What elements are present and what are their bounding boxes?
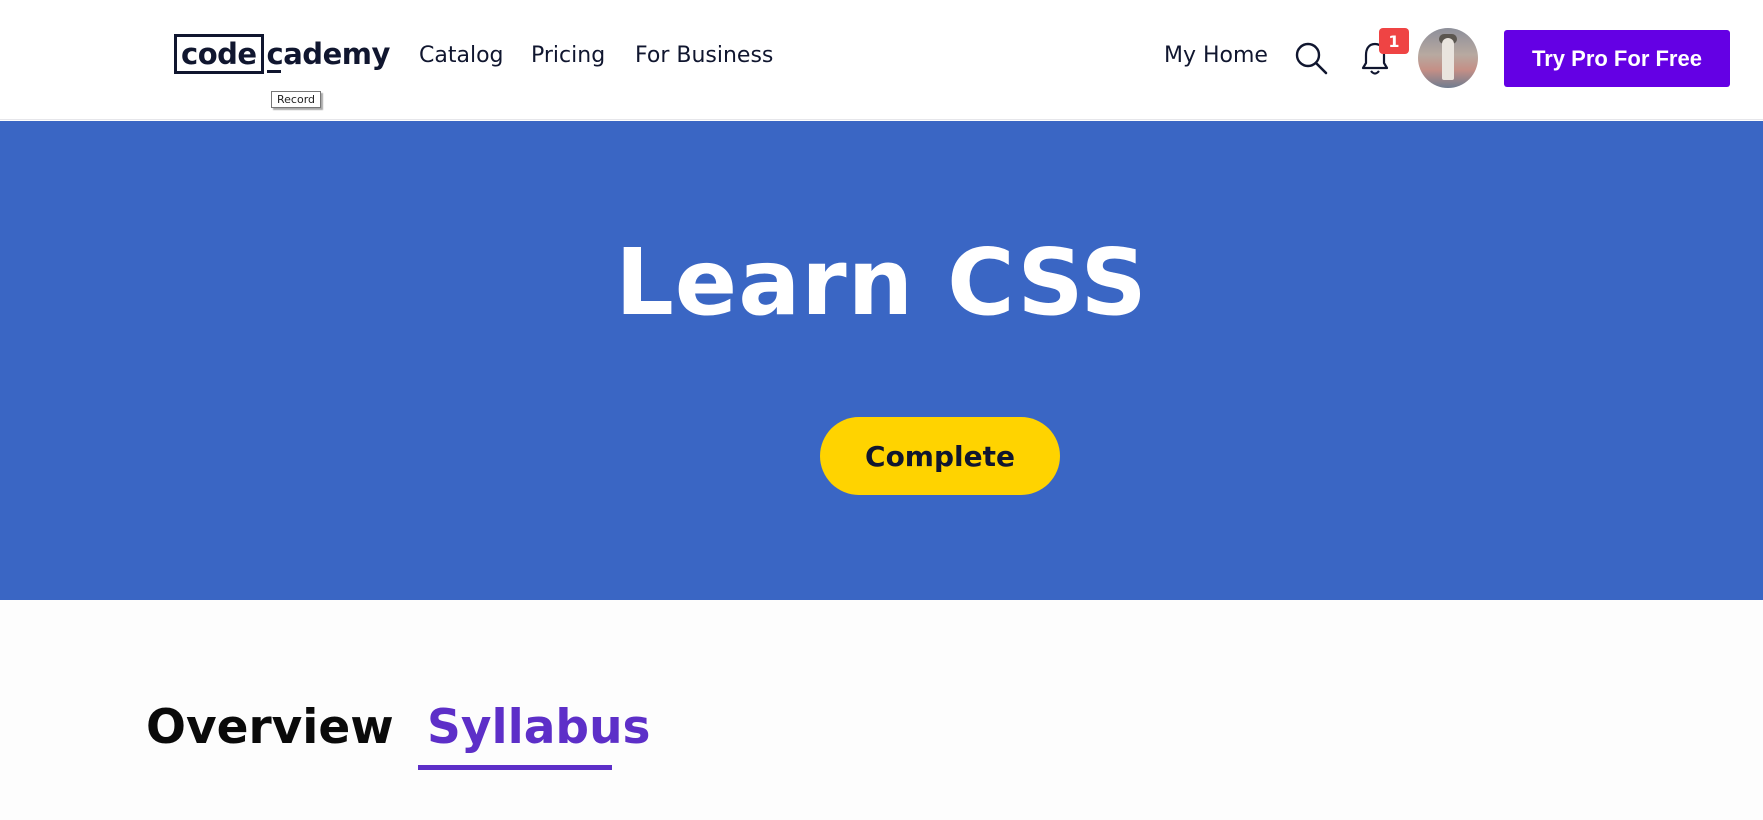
top-navigation-bar: code cademy Catalog Pricing For Business… [0, 0, 1763, 120]
logo-cademy-part: cademy [264, 37, 391, 73]
nav-pricing-link[interactable]: Pricing [531, 43, 605, 68]
logo-cademy-text: cademy [266, 37, 391, 71]
notification-count-badge: 1 [1379, 28, 1409, 54]
nav-my-home-link[interactable]: My Home [1164, 43, 1268, 68]
complete-status-button[interactable]: Complete [820, 417, 1060, 495]
course-title: Learn CSS [615, 229, 1148, 336]
try-pro-for-free-button[interactable]: Try Pro For Free [1504, 30, 1730, 87]
logo-code-part: code [174, 34, 264, 74]
nav-for-business-link[interactable]: For Business [635, 43, 773, 68]
user-avatar[interactable] [1418, 28, 1478, 88]
tab-overview[interactable]: Overview [146, 700, 394, 755]
active-tab-underline [418, 765, 612, 770]
nav-catalog-link[interactable]: Catalog [419, 43, 504, 68]
logo-cursor [266, 70, 281, 73]
search-icon[interactable] [1293, 40, 1329, 76]
avatar-figure-body [1442, 38, 1454, 80]
course-hero-banner: Learn CSS Complete [0, 121, 1763, 600]
codecademy-logo[interactable]: code cademy [174, 34, 390, 74]
tab-syllabus[interactable]: Syllabus [427, 700, 651, 755]
record-tooltip: Record [271, 91, 322, 108]
